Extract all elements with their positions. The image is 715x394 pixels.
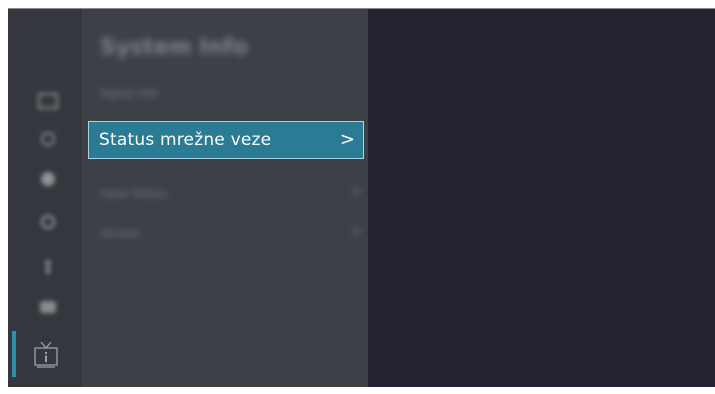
chevron-right-icon: > bbox=[351, 185, 362, 200]
menu-item-label: Signal Info bbox=[100, 87, 159, 100]
menu-title: System Info bbox=[100, 35, 248, 60]
menu-item-signal-info[interactable]: Signal Info bbox=[100, 87, 158, 100]
chevron-right-icon: > bbox=[339, 129, 355, 150]
menu-item-label: Version bbox=[100, 227, 141, 240]
system-info-menu: System Info Signal Info Status mrežne ve… bbox=[84, 9, 368, 387]
chevron-right-icon: > bbox=[351, 225, 362, 240]
channel-icon[interactable] bbox=[38, 214, 58, 230]
sound-icon[interactable] bbox=[38, 131, 58, 147]
menu-item-input-status[interactable]: Input Status > bbox=[100, 185, 362, 200]
picture-icon[interactable] bbox=[38, 93, 58, 109]
sidebar-selection-indicator bbox=[12, 331, 16, 377]
menu-item-label: Status mrežne veze bbox=[99, 130, 272, 150]
tv-screen: System Info Signal Info Status mrežne ve… bbox=[8, 9, 715, 387]
accessibility-icon[interactable] bbox=[38, 259, 58, 275]
menu-item-version[interactable]: Version > bbox=[100, 225, 362, 240]
network-icon[interactable] bbox=[38, 171, 58, 187]
detail-pane bbox=[368, 9, 715, 387]
settings-sidebar bbox=[8, 9, 82, 387]
menu-item-label: Input Status bbox=[100, 187, 168, 200]
apps-icon[interactable] bbox=[38, 299, 58, 315]
menu-item-network-status[interactable]: Status mrežne veze > bbox=[88, 121, 364, 159]
support-icon[interactable] bbox=[33, 339, 59, 369]
